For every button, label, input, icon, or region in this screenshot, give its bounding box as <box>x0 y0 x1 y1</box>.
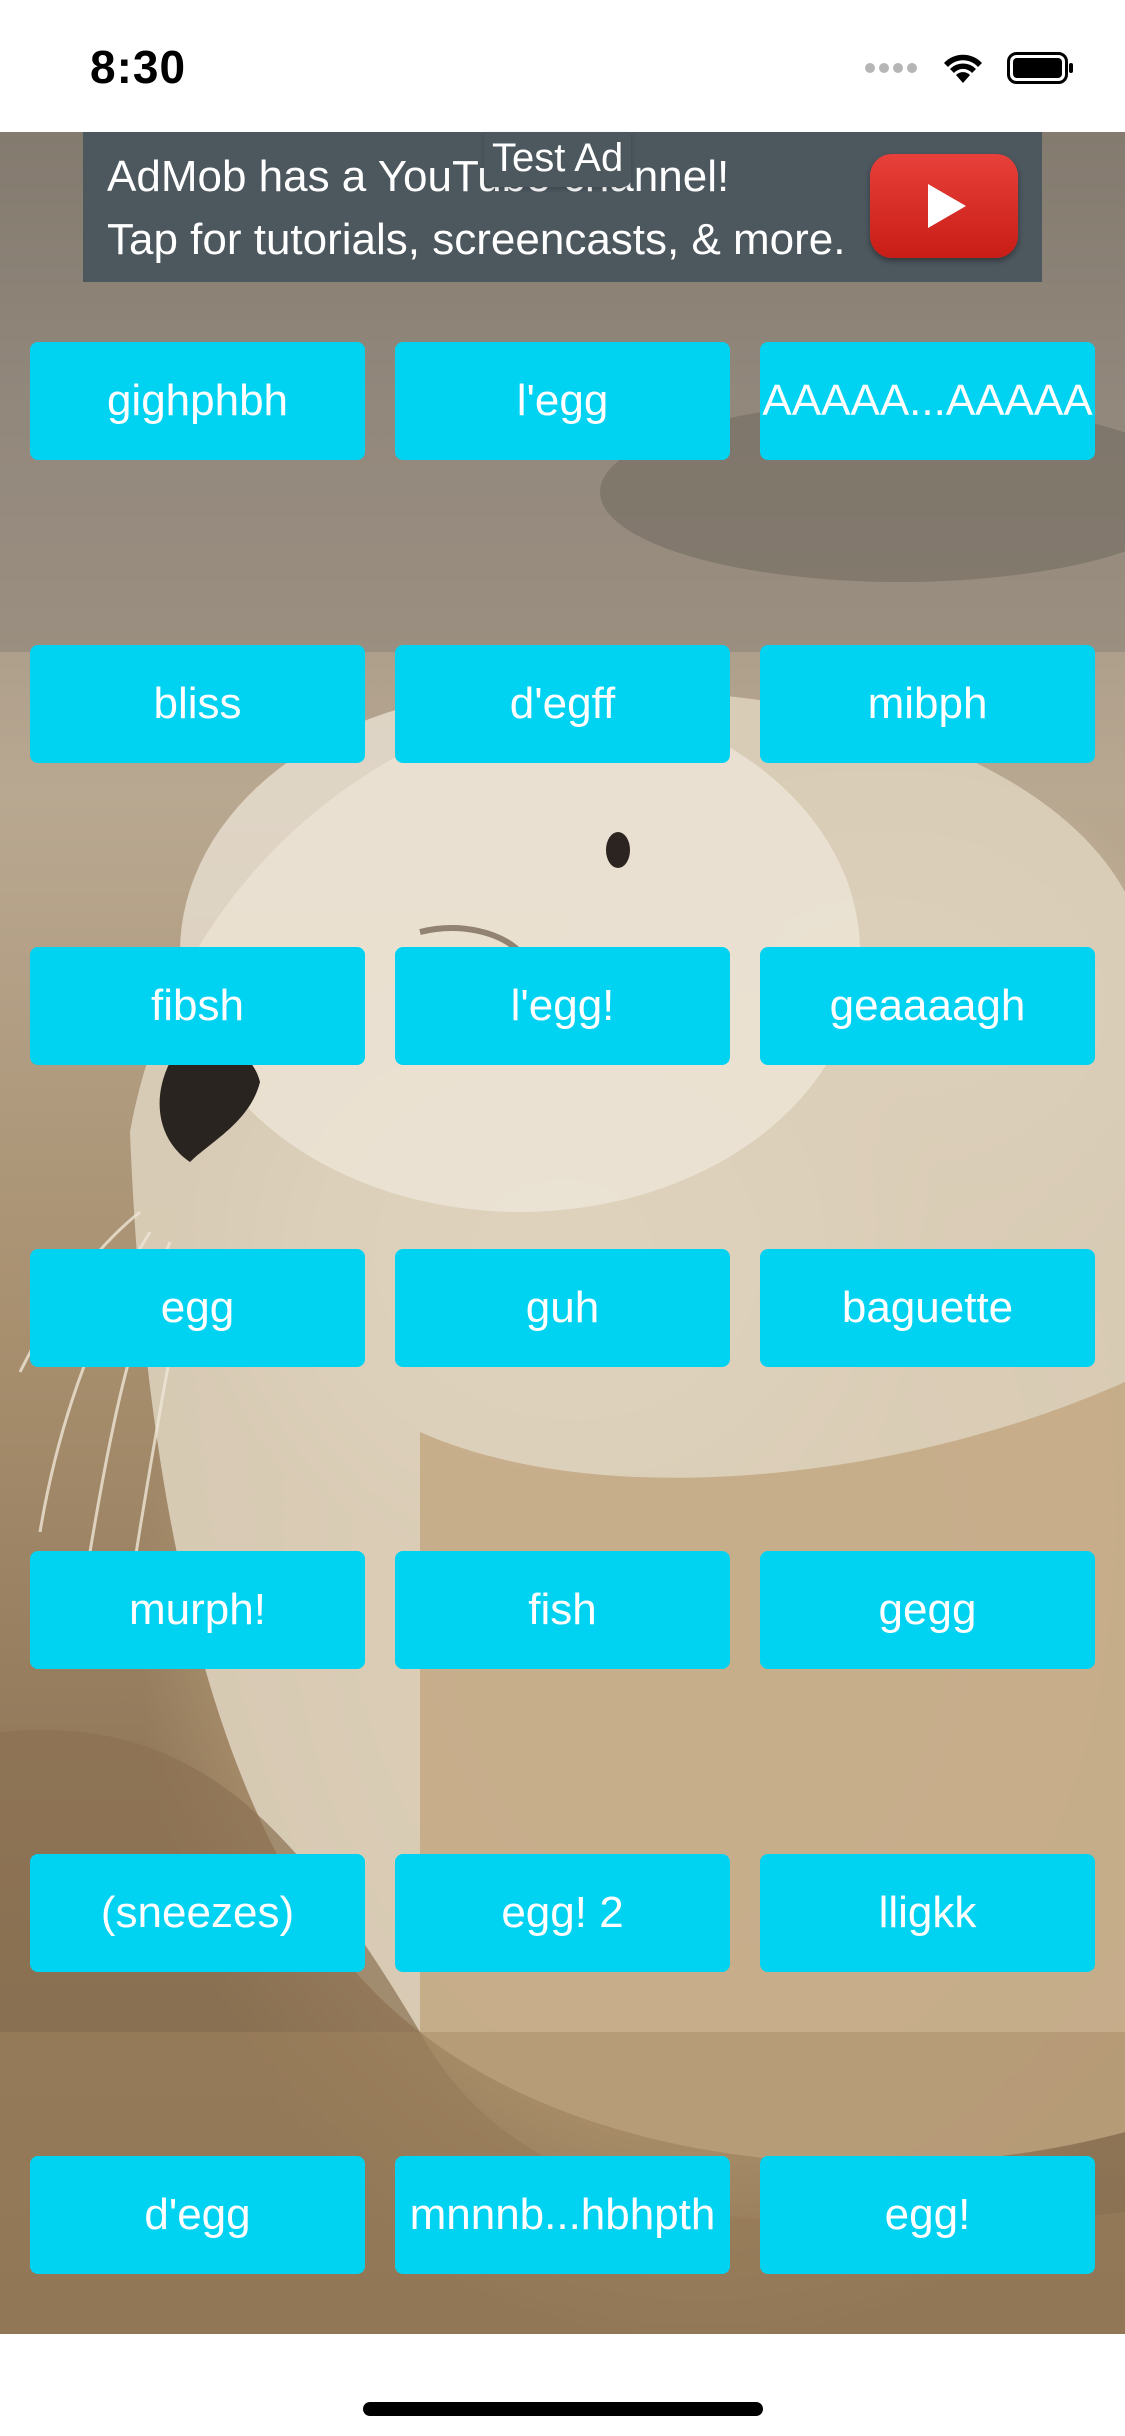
sound-button[interactable]: lligkk <box>760 1854 1095 1972</box>
sound-button[interactable]: l'egg! <box>395 947 730 1065</box>
sound-button[interactable]: geaaaagh <box>760 947 1095 1065</box>
sound-button[interactable]: fibsh <box>30 947 365 1065</box>
sound-button[interactable]: egg! 2 <box>395 1854 730 1972</box>
play-triangle-icon <box>928 184 966 228</box>
status-bar: 8:30 <box>0 0 1125 132</box>
home-indicator-area <box>0 2334 1125 2436</box>
sound-button[interactable]: bliss <box>30 645 365 763</box>
sound-button[interactable]: egg <box>30 1249 365 1367</box>
sound-button[interactable]: mibph <box>760 645 1095 763</box>
sound-button[interactable]: gegg <box>760 1551 1095 1669</box>
home-indicator[interactable] <box>363 2402 763 2416</box>
signal-dots-icon <box>865 63 917 73</box>
app-screen: 8:30 AdMob has a YouTube channel! Tap fo… <box>0 0 1125 2436</box>
sound-button[interactable]: egg! <box>760 2156 1095 2274</box>
status-icons <box>865 48 1075 88</box>
sound-button[interactable]: l'egg <box>395 342 730 460</box>
seal-background-image <box>0 132 1125 2334</box>
ad-headline: AdMob has a YouTube channel! <box>107 152 730 201</box>
wifi-icon <box>944 54 982 83</box>
sound-button[interactable]: guh <box>395 1249 730 1367</box>
battery-icon <box>1007 52 1073 84</box>
youtube-play-icon[interactable] <box>870 154 1018 258</box>
sound-button[interactable]: fish <box>395 1551 730 1669</box>
test-ad-label: Test Ad <box>484 132 632 187</box>
sound-button[interactable]: gighphbh <box>30 342 365 460</box>
sound-button[interactable]: baguette <box>760 1249 1095 1367</box>
sound-button[interactable]: (sneezes) <box>30 1854 365 1972</box>
seal-illustration <box>0 132 1125 2334</box>
sound-button[interactable]: d'egg <box>30 2156 365 2274</box>
ad-subline: Tap for tutorials, screencasts, & more. <box>107 215 846 264</box>
sound-button[interactable]: AAAAA...AAAAA <box>760 342 1095 460</box>
ad-banner[interactable]: AdMob has a YouTube channel! Tap for tut… <box>83 132 1042 282</box>
sound-button[interactable]: murph! <box>30 1551 365 1669</box>
status-time: 8:30 <box>90 41 187 93</box>
sound-button[interactable]: d'egff <box>395 645 730 763</box>
sound-button[interactable]: mnnnb...hbhpth <box>395 2156 730 2274</box>
